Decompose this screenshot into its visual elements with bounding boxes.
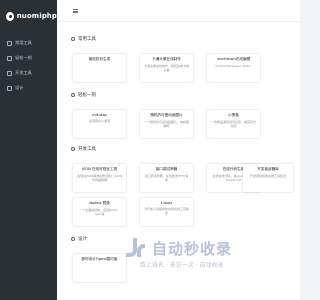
logo-text: nuomiphp (16, 12, 57, 20)
sidebar-item-label: 轻松一刻 (15, 55, 32, 60)
tool-card[interactable]: 即时设计Figma国内版 (73, 254, 126, 282)
sidebar-item-relax[interactable]: 轻松一刻 (0, 51, 57, 65)
card-title: JSON 在线可视化工具 (81, 167, 118, 171)
card-title: t-tools (160, 201, 173, 205)
brand-logo[interactable]: nuomiphp (0, 0, 57, 32)
circle-icon (71, 37, 75, 41)
smile-icon (7, 55, 12, 61)
card-title: 接口调试神器 (155, 167, 178, 171)
card-desc (77, 64, 122, 76)
tool-card[interactable]: JSON 在线可视化工具 在线将JSON转成树形结构，JSON代码编辑器 (73, 164, 126, 192)
card-title: 即时设计Figma国内版 (81, 257, 118, 261)
tool-card[interactable]: 小黑盒 一款精品游戏资讯社区，看完就去玩吧 (207, 110, 260, 138)
sidebar-item-label: 开发工具 (15, 70, 32, 75)
sidebar-item-dev-tools[interactable]: 开发工具 (0, 66, 57, 80)
section-label: 轻松一刻 (78, 93, 96, 98)
section-title-relax: 轻松一刻 (71, 92, 96, 98)
card-desc: 一个随机的可爱动画图片，放松眼睛吧 (144, 120, 189, 128)
sidebar-item-common-tools[interactable]: 常用工具 (0, 36, 57, 50)
card-desc: 初音音乐小游戏 (88, 119, 110, 123)
watermark-subtext: 数上排名 · 来访一次 · 自动收录 (140, 262, 224, 269)
card-title: 微信防封生成 (88, 57, 111, 61)
tool-card[interactable]: mikutap 初音音乐小游戏 (73, 110, 126, 138)
watermark: 自动秒收录 数上排名 · 来访一次 · 自动收录 (120, 236, 290, 276)
card-desc: 为开发人员提供的常用在线工具集合 (144, 207, 189, 215)
section-title-common-tools: 常用工具 (71, 36, 96, 42)
menu-icon[interactable] (73, 9, 78, 13)
card-title: 开发者武器库 (257, 167, 279, 171)
card-desc: 一个全面的镜像，包括Node、npm等 (79, 208, 120, 216)
circle-icon (71, 93, 75, 97)
card-desc: 开发者常用的在线工具集合 (249, 174, 286, 178)
sidebar-item-label: 设计 (15, 85, 24, 90)
sidebar: nuomiphp 常用工具 轻松一刻 开发工具 设计 (0, 0, 57, 300)
card-title: markdown在线编辑 (216, 57, 251, 61)
section-title-dev-tools: 开发工具 (71, 146, 96, 152)
circle-icon (71, 237, 75, 241)
card-desc: 在线将JSON转成树形结构，JSON代码编辑器 (77, 174, 122, 182)
card-desc: Online Markdown Editor (215, 64, 252, 68)
card-desc (77, 264, 122, 276)
tool-card[interactable]: markdown在线编辑 Online Markdown Editor (207, 54, 260, 82)
tools-icon (7, 40, 12, 46)
tool-card[interactable]: Nodejs 镜像 一个全面的镜像，包括Node、npm等 (73, 198, 126, 226)
card-title: Nodejs 镜像 (89, 201, 110, 205)
app-root: nuomiphp 常用工具 轻松一刻 开发工具 设计 常用工具 微信防封生成 卡… (0, 0, 300, 300)
circle-icon (71, 147, 75, 151)
top-bar (57, 0, 300, 22)
card-desc: 接口调试利器，在线发送HTTP请求 (144, 174, 189, 182)
card-title: 卡通头像在线制作 (152, 57, 181, 61)
tool-card[interactable]: 开发者武器库 开发者常用的在线工具集合 (243, 164, 293, 192)
section-label: 常用工具 (78, 37, 96, 42)
code-icon (7, 70, 12, 76)
section-label: 设计 (78, 237, 87, 242)
card-title: 随机的可爱动画图片 (150, 113, 183, 117)
sidebar-nav: 常用工具 轻松一刻 开发工具 设计 (0, 36, 57, 95)
tool-card[interactable]: t-tools 为开发人员提供的常用在线工具集合 (140, 198, 193, 226)
tool-card[interactable]: 接口调试神器 接口调试利器，在线发送HTTP请求 (140, 164, 193, 192)
watermark-text: 自动秒收录 (152, 240, 233, 258)
logo-icon (6, 11, 14, 21)
sidebar-item-label: 常用工具 (15, 40, 32, 45)
card-title: mikutap (92, 113, 107, 117)
tool-card[interactable]: 微信防封生成 (73, 54, 126, 82)
section-label: 开发工具 (78, 147, 96, 152)
card-title: 小黑盒 (228, 113, 239, 117)
tool-card[interactable]: 卡通头像在线制作 卡通头像在线制作，随机生成卡通头像 (140, 54, 193, 82)
watermark-logo-icon (124, 236, 146, 260)
card-desc: 卡通头像在线制作，随机生成卡通头像 (144, 64, 189, 72)
brush-icon (7, 85, 12, 91)
section-title-design: 设计 (71, 236, 87, 242)
sidebar-item-design[interactable]: 设计 (0, 81, 57, 95)
card-desc: 一款精品游戏资讯社区，看完就去玩吧 (211, 120, 256, 128)
tool-card[interactable]: 随机的可爱动画图片 一个随机的可爱动画图片，放松眼睛吧 (140, 110, 193, 138)
